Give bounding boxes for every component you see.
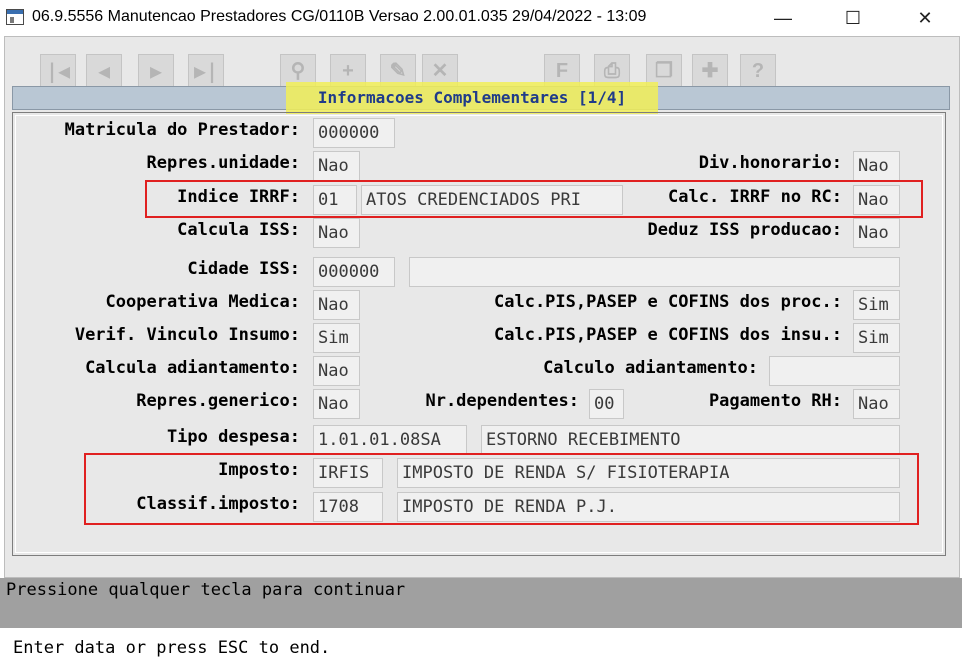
calcula-adiant-label: Calcula adiantamento: xyxy=(85,358,300,378)
previous-record-icon[interactable]: ◀ xyxy=(86,54,122,88)
status-hint: Enter data or press ESC to end. xyxy=(13,638,331,658)
app-icon xyxy=(6,9,24,25)
repres-generico-label: Repres.generico: xyxy=(136,391,300,411)
cidade-iss-field[interactable]: 000000 xyxy=(313,257,395,287)
calc-pis-insu-label: Calc.PIS,PASEP e COFINS dos insu.: xyxy=(494,325,842,345)
calc-pis-proc-label: Calc.PIS,PASEP e COFINS dos proc.: xyxy=(494,292,842,312)
first-record-icon[interactable]: |◀ xyxy=(40,54,76,88)
cidade-iss-label: Cidade ISS: xyxy=(187,259,300,279)
pagamento-rh-label: Pagamento RH: xyxy=(708,391,842,411)
calcula-adiant-field[interactable]: Nao xyxy=(313,356,360,386)
matricula-field[interactable]: 000000 xyxy=(313,118,395,148)
repres-unidade-label: Repres.unidade: xyxy=(146,153,300,173)
frame-title: Informacoes Complementares [1/4] xyxy=(317,88,627,107)
close-button[interactable]: ✕ xyxy=(902,4,948,32)
tools-icon[interactable]: ✚ xyxy=(692,54,728,88)
annotation-box-irrf xyxy=(145,180,923,218)
pagamento-rh-field[interactable]: Nao xyxy=(853,389,900,419)
repres-unidade-field[interactable]: Nao xyxy=(313,151,360,181)
coop-medica-label: Cooperativa Medica: xyxy=(105,292,300,312)
calculo-adiant-label: Calculo adiantamento: xyxy=(543,358,758,378)
verif-vinculo-label: Verif. Vinculo Insumo: xyxy=(74,325,300,345)
last-record-icon[interactable]: ▶| xyxy=(188,54,224,88)
calcula-iss-field[interactable]: Nao xyxy=(313,218,360,248)
coop-medica-field[interactable]: Nao xyxy=(313,290,360,320)
tipo-despesa-description: ESTORNO RECEBIMENTO xyxy=(481,425,900,455)
tipo-despesa-field[interactable]: 1.01.01.08SA xyxy=(313,425,467,455)
tipo-despesa-label: Tipo despesa: xyxy=(166,427,300,447)
calcula-iss-label: Calcula ISS: xyxy=(177,220,300,240)
calc-pis-proc-field[interactable]: Sim xyxy=(853,290,900,320)
calculo-adiant-field[interactable] xyxy=(769,356,900,386)
maximize-button[interactable]: ☐ xyxy=(830,4,876,32)
minimize-button[interactable]: — xyxy=(760,4,806,32)
matricula-label: Matricula do Prestador: xyxy=(64,120,300,140)
deduz-iss-label: Deduz ISS producao: xyxy=(647,220,842,240)
div-honorario-field[interactable]: Nao xyxy=(853,151,900,181)
annotation-box-imposto xyxy=(84,453,919,525)
status-message: Pressione qualquer tecla para continuar xyxy=(6,580,406,600)
cidade-iss-description xyxy=(409,257,900,287)
div-honorario-label: Div.honorario: xyxy=(698,153,842,173)
nr-dependentes-field[interactable]: 00 xyxy=(589,389,624,419)
deduz-iss-field[interactable]: Nao xyxy=(853,218,900,248)
repres-generico-field[interactable]: Nao xyxy=(313,389,360,419)
verif-vinculo-field[interactable]: Sim xyxy=(313,323,360,353)
calc-pis-insu-field[interactable]: Sim xyxy=(853,323,900,353)
nr-dependentes-label: Nr.dependentes: xyxy=(425,391,579,411)
next-record-icon[interactable]: ▶ xyxy=(138,54,174,88)
window-title: 06.9.5556 Manutencao Prestadores CG/0110… xyxy=(32,8,647,25)
help-icon[interactable]: ? xyxy=(740,54,776,88)
